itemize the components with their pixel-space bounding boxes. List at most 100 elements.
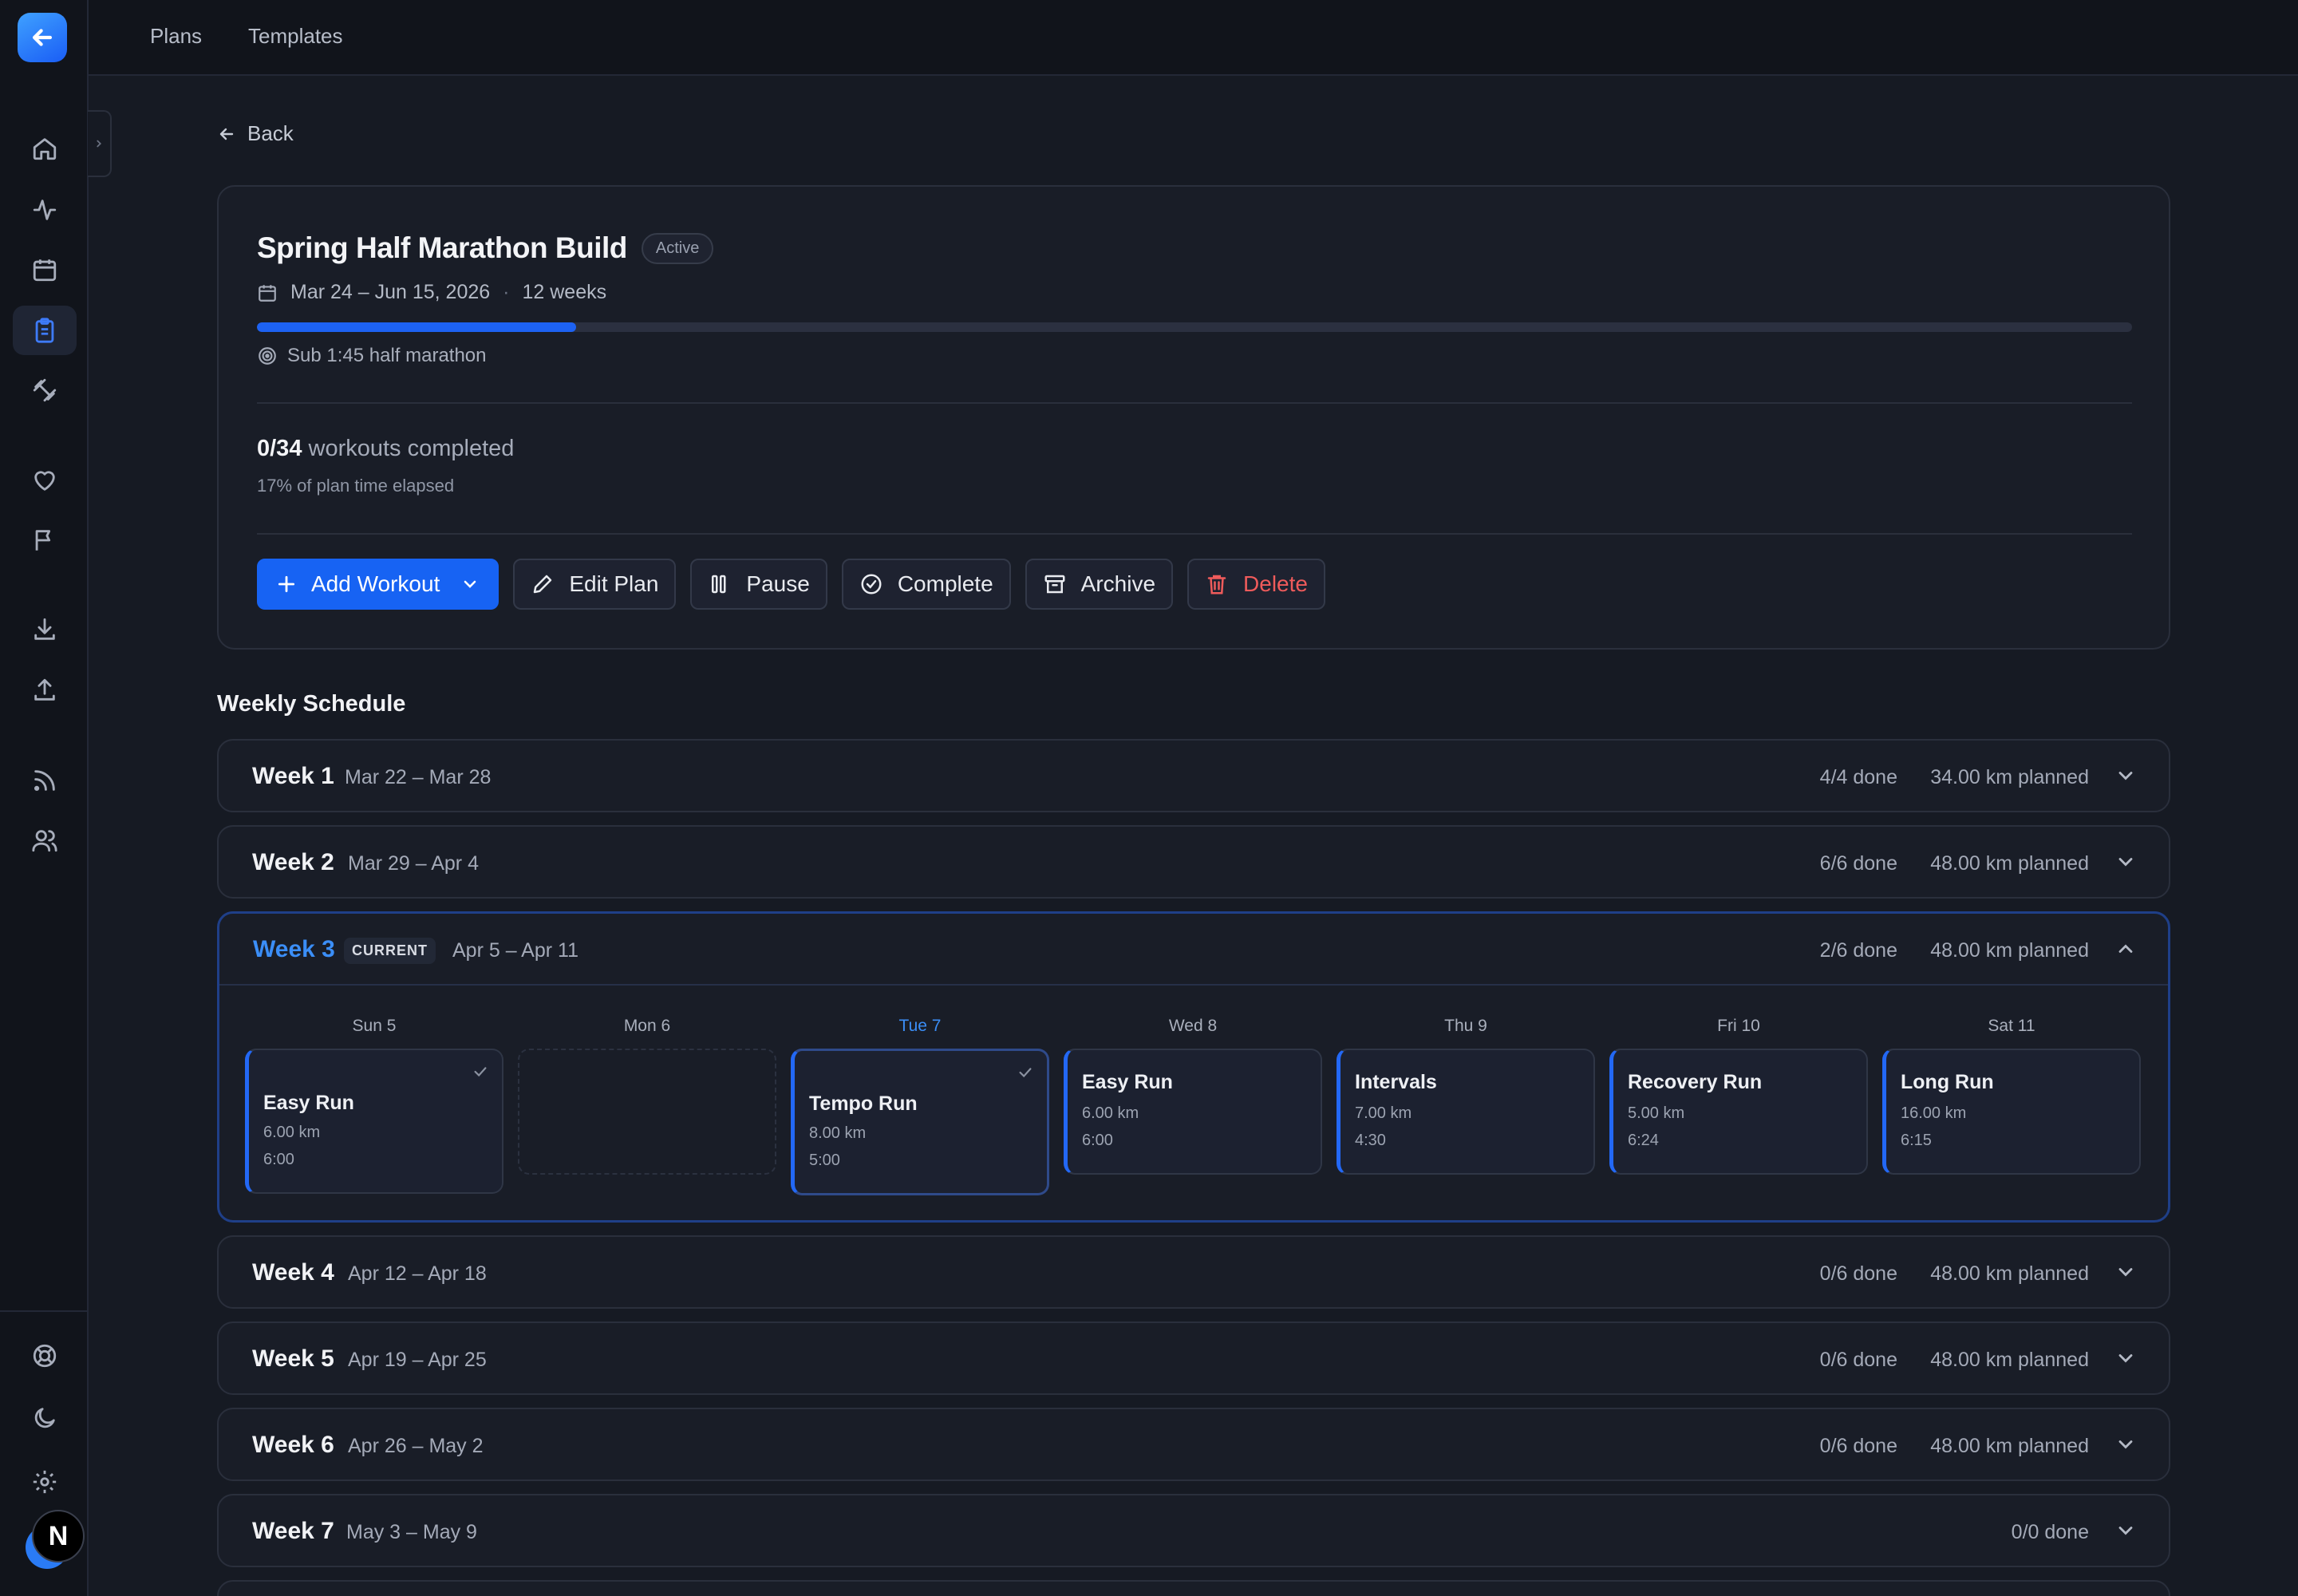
tab-templates[interactable]: Templates [248, 24, 343, 49]
delete-button[interactable]: Delete [1187, 559, 1325, 610]
plan-title: Spring Half Marathon Build [257, 231, 627, 264]
week-row[interactable] [217, 1580, 2170, 1596]
chevron-down-icon[interactable] [2114, 764, 2137, 787]
week-row[interactable]: Week 5 Apr 19 – Apr 25 0/6 done 48.00 km… [217, 1321, 2170, 1395]
sidebar-collapse-toggle[interactable] [88, 110, 112, 177]
sidebar-item-export[interactable] [13, 666, 77, 715]
week-planned: 34.00 km planned [1930, 766, 2089, 788]
tab-plans[interactable]: Plans [150, 24, 202, 49]
add-workout-button[interactable]: Add Workout [257, 559, 499, 610]
week-range: Apr 26 – May 2 [348, 1435, 484, 1457]
target-icon [259, 347, 276, 365]
chevron-down-icon[interactable] [2114, 1433, 2137, 1456]
week-planned: 48.00 km planned [1930, 1435, 2089, 1457]
plan-progress-fill [257, 322, 576, 332]
sidebar-item-home[interactable] [13, 124, 77, 173]
week-done: 0/0 done [2011, 1521, 2089, 1543]
moon-icon [34, 1408, 55, 1428]
sidebar-item-health[interactable] [13, 456, 77, 505]
sidebar-item-import[interactable] [13, 605, 77, 654]
chevron-down-icon[interactable] [2114, 851, 2137, 873]
sidebar-item-goals[interactable] [13, 516, 77, 565]
week-row[interactable]: Week 6 Apr 26 – May 2 0/6 done 48.00 km … [217, 1408, 2170, 1481]
workout-distance: 8.00 km [809, 1124, 867, 1142]
week-header[interactable]: Week 3 CURRENT Apr 5 – Apr 11 2/6 done 4… [219, 914, 2168, 986]
separator-dot: · [503, 281, 510, 303]
top-bar: Plans Templates [89, 0, 2298, 76]
week-row[interactable]: Week 7 May 3 – May 9 0/0 done [217, 1494, 2170, 1567]
edit-plan-button[interactable]: Edit Plan [513, 559, 677, 610]
week-planned: 48.00 km planned [1930, 852, 2089, 875]
workouts-completed: 0/34 workouts completed [257, 436, 514, 462]
chevron-down-icon[interactable] [2114, 1519, 2137, 1542]
archive-icon [1044, 575, 1065, 594]
sidebar-item-friends[interactable] [13, 816, 77, 865]
back-link[interactable]: Back [217, 121, 294, 146]
dumbbell-icon [33, 378, 57, 402]
workout-name: Tempo Run [809, 1092, 918, 1115]
week-label: Week 1 [252, 763, 334, 789]
delete-label: Delete [1243, 571, 1308, 596]
empty-day-slot[interactable] [518, 1049, 776, 1175]
chevron-down-icon[interactable] [460, 575, 480, 594]
sidebar-item-feed[interactable] [13, 756, 77, 805]
users-icon [32, 830, 57, 852]
check-icon [474, 1067, 487, 1077]
day-header: Wed 8 [1168, 1017, 1218, 1035]
pause-button[interactable]: Pause [690, 559, 827, 610]
current-badge: CURRENT [344, 938, 436, 964]
sidebar-item-theme[interactable] [13, 1393, 77, 1443]
archive-button[interactable]: Archive [1025, 559, 1174, 610]
divider [257, 533, 2132, 535]
plan-progress-bar [257, 322, 2132, 332]
sidebar-item-help[interactable] [13, 1331, 77, 1381]
plus-icon [278, 575, 295, 593]
week-label: Week 7 [252, 1518, 334, 1544]
day-header-today: Tue 7 [898, 1017, 942, 1035]
workout-card[interactable]: Recovery Run 5.00 km 6:24 [1609, 1049, 1868, 1175]
add-workout-label: Add Workout [311, 571, 440, 596]
plan-elapsed: 17% of plan time elapsed [257, 476, 455, 496]
workout-card[interactable]: Long Run 16.00 km 6:15 [1882, 1049, 2141, 1175]
week-planned: 48.00 km planned [1930, 1349, 2089, 1371]
heart-icon [34, 471, 55, 491]
sidebar-item-activity[interactable] [13, 185, 77, 235]
check-icon [1019, 1068, 1032, 1078]
week-row[interactable]: Week 1 Mar 22 – Mar 28 4/4 done 34.00 km… [217, 739, 2170, 812]
workout-pace: 6:00 [263, 1151, 294, 1168]
upload-icon [34, 678, 55, 701]
week-label: Week 4 [252, 1259, 334, 1286]
chevron-up-icon[interactable] [2114, 938, 2137, 960]
pause-icon [712, 575, 726, 594]
week-planned: 48.00 km planned [1930, 1262, 2089, 1285]
sidebar-item-calendar[interactable] [13, 245, 77, 294]
sidebar-item-plans[interactable] [13, 306, 77, 355]
complete-button[interactable]: Complete [841, 559, 1011, 610]
avatar: N [32, 1510, 85, 1562]
week-done: 4/4 done [1819, 766, 1897, 788]
week-label: Week 6 [252, 1432, 334, 1458]
user-avatar[interactable]: N [24, 1508, 88, 1572]
app-logo[interactable] [18, 13, 67, 62]
download-icon [34, 618, 55, 640]
workout-card[interactable]: Intervals 7.00 km 4:30 [1337, 1049, 1595, 1175]
week-range: Mar 22 – Mar 28 [345, 766, 492, 788]
chevron-right-icon [97, 140, 101, 148]
workout-card[interactable]: Easy Run 6.00 km 6:00 [1064, 1049, 1322, 1175]
workout-pace: 4:30 [1355, 1132, 1386, 1149]
workout-card-today[interactable]: Tempo Run 8.00 km 5:00 [791, 1049, 1049, 1195]
week-row[interactable]: Week 2 Mar 29 – Apr 4 6/6 done 48.00 km … [217, 825, 2170, 899]
pencil-icon [534, 575, 552, 594]
chevron-down-icon[interactable] [2114, 1347, 2137, 1369]
week-done: 0/6 done [1819, 1435, 1897, 1457]
chevron-down-icon[interactable] [2114, 1261, 2137, 1283]
complete-label: Complete [897, 571, 993, 596]
arrow-left-icon [32, 29, 53, 46]
week-row[interactable]: Week 4 Apr 12 – Apr 18 0/6 done 48.00 km… [217, 1235, 2170, 1309]
sidebar-item-settings[interactable] [13, 1457, 77, 1507]
workout-distance: 16.00 km [1901, 1104, 1967, 1122]
week-planned: 48.00 km planned [1930, 939, 2089, 962]
sidebar-item-strength[interactable] [13, 365, 77, 415]
workout-pace: 5:00 [809, 1152, 840, 1169]
workout-card[interactable]: Easy Run 6.00 km 6:00 [245, 1049, 503, 1194]
